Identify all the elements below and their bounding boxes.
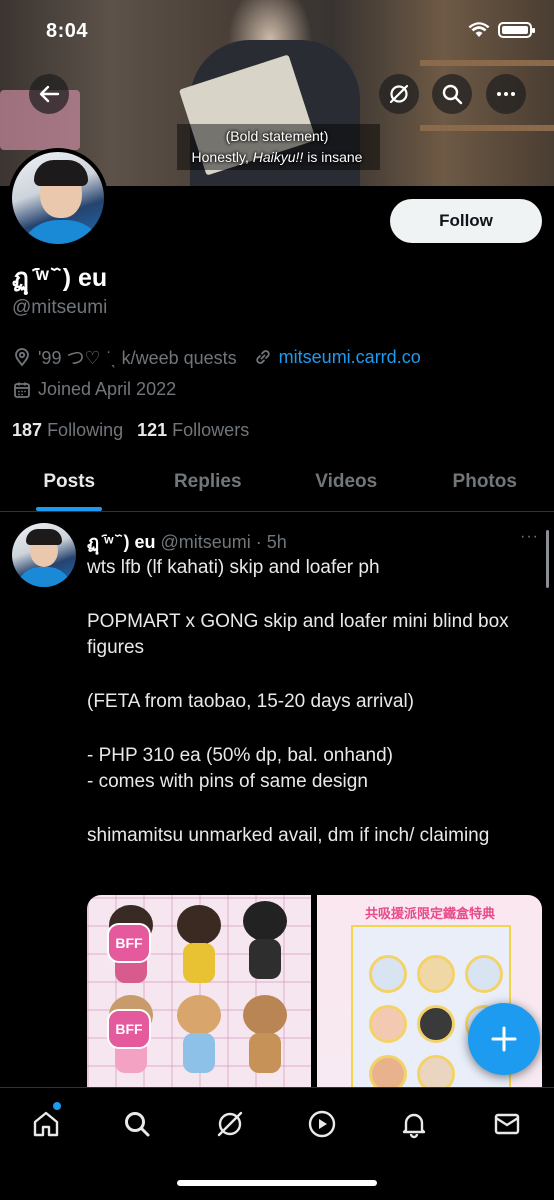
- followers-link[interactable]: 121 Followers: [137, 420, 249, 441]
- battery-icon: [498, 22, 535, 38]
- post-paragraph: shimamitsu unmarked avail, dm if inch/ c…: [87, 825, 490, 846]
- post-author-name[interactable]: ฏฺ ᷇ʷ ᷈ ) eu: [87, 527, 156, 556]
- avatar-shirt: [18, 220, 104, 244]
- nav-home[interactable]: [26, 1104, 66, 1144]
- messages-icon: [494, 1113, 520, 1135]
- avatar-shirt: [16, 567, 72, 587]
- search-icon: [125, 1112, 150, 1137]
- status-time: 8:04: [46, 20, 89, 42]
- back-button[interactable]: [29, 74, 69, 114]
- wifi-icon: [468, 22, 490, 37]
- more-options-button[interactable]: [486, 74, 526, 114]
- profile-meta-row: '99 つ♡ ͘ ˎ k/weeb quests mitseumi.carrd.…: [12, 344, 421, 370]
- post-time[interactable]: 5h: [267, 532, 287, 553]
- grok-button[interactable]: [379, 74, 419, 114]
- profile-display-name: ฏฺ ᷇ʷ ᷈ ) eu: [12, 264, 108, 292]
- follow-button[interactable]: Follow: [390, 199, 542, 243]
- search-icon: [442, 84, 463, 105]
- notifications-icon: [402, 1113, 426, 1139]
- nav-video[interactable]: [302, 1104, 342, 1144]
- post-image-1[interactable]: BFF BFF: [87, 895, 311, 1095]
- nav-grok[interactable]: [210, 1104, 250, 1144]
- post-paragraph: (FETA from taobao, 15-20 days arrival): [87, 691, 414, 712]
- avatar-hair: [34, 160, 88, 186]
- scrollbar[interactable]: [546, 530, 549, 588]
- pin: [369, 955, 407, 993]
- home-icon: [33, 1111, 59, 1137]
- profile-avatar[interactable]: [8, 148, 108, 248]
- compose-button[interactable]: [468, 1003, 540, 1075]
- grok-icon: [217, 1111, 243, 1137]
- nav-messages[interactable]: [487, 1104, 527, 1144]
- post-text: wts lfb (lf kahati) skip and loafer ph P…: [87, 555, 527, 877]
- profile-website-link[interactable]: mitseumi.carrd.co: [279, 347, 421, 368]
- post-avatar[interactable]: [12, 523, 76, 587]
- link-icon: [256, 350, 270, 364]
- search-button[interactable]: [432, 74, 472, 114]
- image-title: 共吸援派限定鐵盒特典: [364, 906, 495, 921]
- plus-icon: [491, 1026, 517, 1052]
- pin: [417, 1005, 455, 1043]
- home-notification-dot: [53, 1102, 61, 1110]
- post-paragraph: - PHP 310 ea (50% dp, bal. onhand) - com…: [87, 745, 393, 792]
- avatar-hair: [26, 529, 62, 545]
- pin: [465, 955, 503, 993]
- pin: [417, 955, 455, 993]
- banner-shelf: [420, 60, 554, 66]
- back-arrow-icon: [39, 85, 60, 103]
- figure: [239, 995, 291, 1077]
- profile-handle: @mitseumi: [12, 297, 108, 318]
- figure: [173, 905, 225, 987]
- video-icon: [308, 1110, 336, 1138]
- following-link[interactable]: 187 Following: [12, 420, 123, 441]
- bff-badge: BFF: [107, 923, 151, 963]
- tab-videos[interactable]: Videos: [277, 456, 416, 511]
- banner-caption-line1: (Bold statement): [225, 128, 329, 144]
- profile-tabs: Posts Replies Videos Photos: [0, 456, 554, 512]
- profile-stats: 187 Following 121 Followers: [12, 420, 249, 441]
- post-paragraph: wts lfb (lf kahati) skip and loafer ph: [87, 557, 380, 578]
- nav-search[interactable]: [117, 1104, 157, 1144]
- profile-location: '99 つ♡ ͘ ˎ k/weeb quests: [38, 348, 237, 368]
- nav-notifications[interactable]: [394, 1104, 434, 1144]
- profile-joined-date: Joined April 2022: [38, 379, 177, 399]
- figure: [173, 995, 225, 1077]
- location-icon: [15, 348, 29, 367]
- pin: [369, 1005, 407, 1043]
- bff-badge: BFF: [107, 1009, 151, 1049]
- tab-replies[interactable]: Replies: [139, 456, 278, 511]
- status-icons: [468, 22, 535, 38]
- tab-posts[interactable]: Posts: [0, 456, 139, 511]
- calendar-icon: [14, 382, 30, 398]
- home-indicator: [177, 1180, 377, 1186]
- post-separator: ·: [255, 532, 262, 552]
- figure: [239, 901, 291, 983]
- post-author-handle[interactable]: @mitseumi: [161, 532, 251, 553]
- post-paragraph: POPMART x GONG skip and loafer mini blin…: [87, 611, 509, 658]
- profile-joined-row: Joined April 2022: [12, 379, 176, 400]
- more-icon: [497, 92, 515, 96]
- post-more-button[interactable]: ···: [520, 528, 539, 546]
- grok-icon: [389, 84, 409, 104]
- tab-photos[interactable]: Photos: [416, 456, 554, 511]
- post-header: ฏฺ ᷇ʷ ᷈ ) eu @mitseumi · 5h: [87, 527, 287, 556]
